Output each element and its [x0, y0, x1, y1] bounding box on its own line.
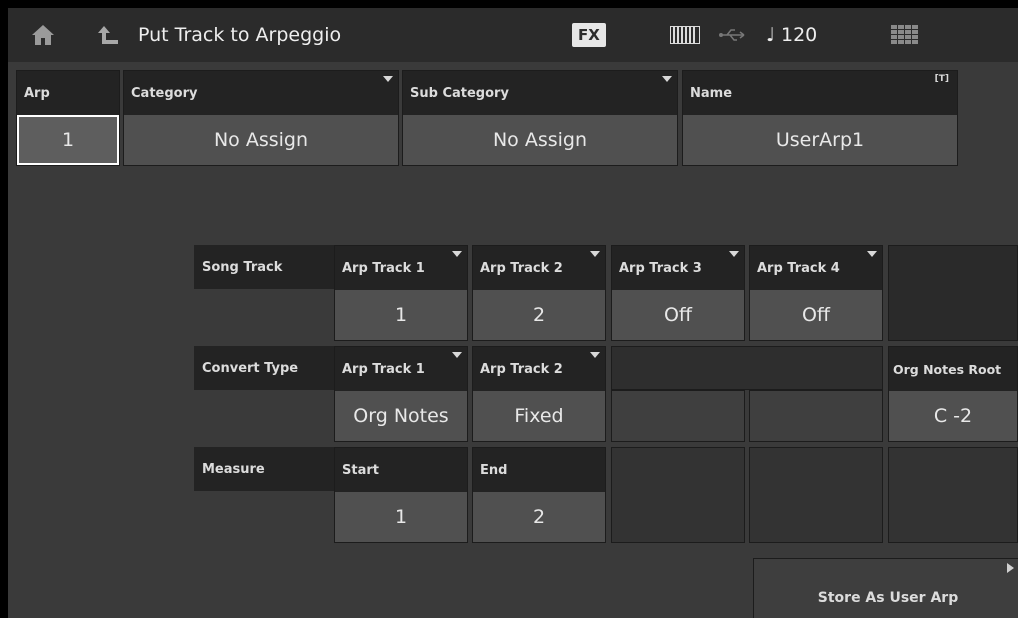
screen: Put Track to Arpeggio FX ♩ 120 Arp 1 Cat…: [8, 8, 1018, 618]
store-as-user-arp-label: Store As User Arp: [817, 590, 959, 606]
song-arp-track-3-field[interactable]: Arp Track 3 Off: [611, 245, 745, 341]
measure-end-label: End: [473, 448, 605, 492]
sub-category-value[interactable]: No Assign: [403, 115, 677, 165]
dropdown-arrow-icon: [383, 76, 393, 82]
dropdown-arrow-icon: [867, 251, 877, 257]
empty-panel: [749, 390, 883, 442]
sub-category-field[interactable]: Sub Category No Assign: [402, 70, 678, 166]
song-arp-track-2-field[interactable]: Arp Track 2 2: [472, 245, 606, 341]
convert-type-row-label: Convert Type: [194, 346, 334, 390]
dropdown-arrow-icon: [729, 251, 739, 257]
name-value[interactable]: UserArp1: [683, 115, 957, 165]
convert-arp-track-2-value[interactable]: Fixed: [473, 391, 605, 441]
org-notes-root-label: Org Notes Root: [889, 347, 1017, 391]
measure-row-label: Measure: [194, 447, 334, 491]
home-icon[interactable]: [30, 8, 58, 62]
arp-label: Arp: [17, 71, 119, 115]
empty-panel: [888, 447, 1018, 543]
name-field[interactable]: Name [T] UserArp1: [682, 70, 958, 166]
song-arp-track-3-label: Arp Track 3: [612, 246, 744, 290]
fx-button[interactable]: FX: [572, 23, 606, 47]
org-notes-root-field[interactable]: Org Notes Root C -2: [888, 346, 1018, 442]
category-label: Category: [124, 71, 398, 115]
dropdown-arrow-icon: [452, 352, 462, 358]
song-arp-track-2-label: Arp Track 2: [473, 246, 605, 290]
song-track-row-label: Song Track: [194, 245, 334, 289]
dropdown-arrow-icon: [662, 76, 672, 82]
store-as-user-arp-button[interactable]: Store As User Arp: [753, 558, 1018, 618]
convert-arp-track-1-value[interactable]: Org Notes: [335, 391, 467, 441]
text-edit-icon: [T]: [934, 74, 949, 84]
empty-panel: [611, 390, 745, 442]
tempo-display[interactable]: ♩ 120: [766, 8, 817, 62]
keyboard-icon: [670, 8, 700, 62]
empty-panel: [611, 346, 883, 390]
convert-arp-track-2-label: Arp Track 2: [473, 347, 605, 391]
empty-panel: [749, 447, 883, 543]
dropdown-arrow-icon: [590, 352, 600, 358]
back-icon[interactable]: [96, 8, 124, 62]
convert-arp-track-1-field[interactable]: Arp Track 1 Org Notes: [334, 346, 468, 442]
grid-icon[interactable]: [891, 8, 919, 62]
song-arp-track-4-field[interactable]: Arp Track 4 Off: [749, 245, 883, 341]
convert-arp-track-2-field[interactable]: Arp Track 2 Fixed: [472, 346, 606, 442]
category-field[interactable]: Category No Assign: [123, 70, 399, 166]
song-arp-track-4-value[interactable]: Off: [750, 290, 882, 340]
measure-end-field[interactable]: End 2: [472, 447, 606, 543]
empty-panel: [888, 245, 1018, 341]
measure-start-value[interactable]: 1: [335, 492, 467, 542]
measure-start-field[interactable]: Start 1: [334, 447, 468, 543]
song-arp-track-1-value[interactable]: 1: [335, 290, 467, 340]
convert-arp-track-1-label: Arp Track 1: [335, 347, 467, 391]
category-value[interactable]: No Assign: [124, 115, 398, 165]
org-notes-root-value[interactable]: C -2: [889, 391, 1017, 441]
dropdown-arrow-icon: [452, 251, 462, 257]
arp-value[interactable]: 1: [17, 115, 119, 165]
dropdown-arrow-icon: [590, 251, 600, 257]
sub-category-label: Sub Category: [403, 71, 677, 115]
song-arp-track-4-label: Arp Track 4: [750, 246, 882, 290]
name-label: Name: [683, 71, 957, 115]
song-arp-track-1-label: Arp Track 1: [335, 246, 467, 290]
arp-number-field[interactable]: Arp 1: [16, 70, 120, 166]
measure-end-value[interactable]: 2: [473, 492, 605, 542]
usb-icon: [718, 8, 748, 62]
title-bar: Put Track to Arpeggio FX ♩ 120: [8, 8, 1018, 62]
song-arp-track-2-value[interactable]: 2: [473, 290, 605, 340]
song-arp-track-3-value[interactable]: Off: [612, 290, 744, 340]
measure-start-label: Start: [335, 448, 467, 492]
play-icon: [1007, 563, 1014, 573]
song-arp-track-1-field[interactable]: Arp Track 1 1: [334, 245, 468, 341]
empty-panel: [611, 447, 745, 543]
page-title: Put Track to Arpeggio: [138, 24, 342, 46]
